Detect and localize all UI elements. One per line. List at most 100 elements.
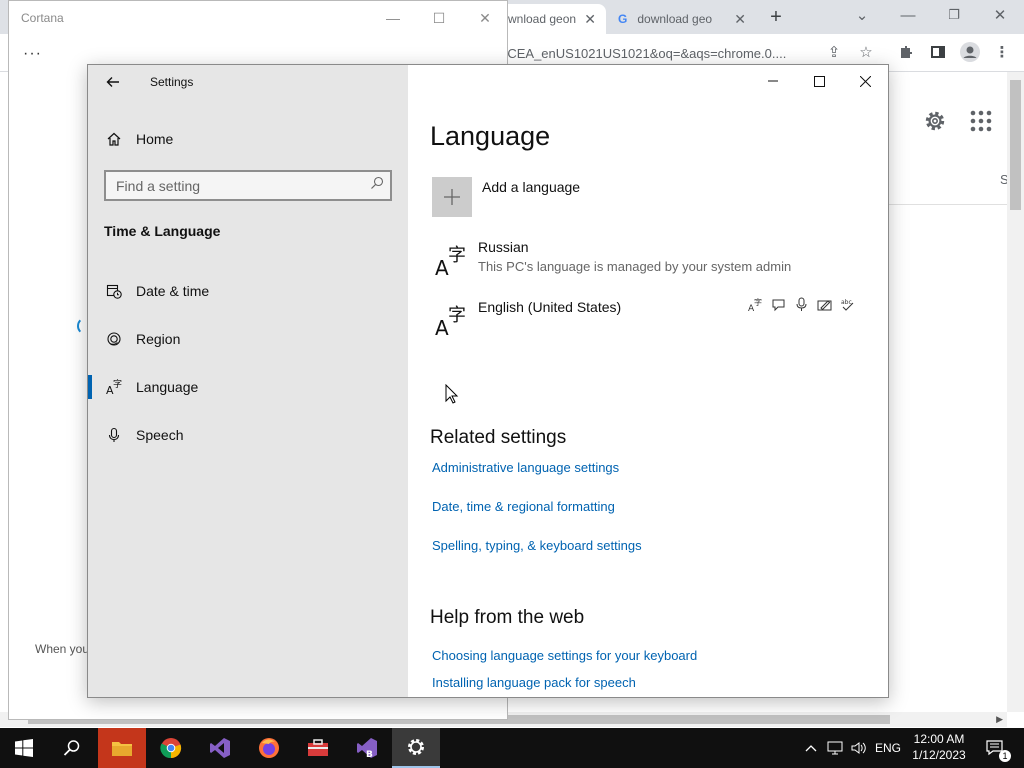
maximize-icon[interactable]: ☐ xyxy=(416,5,462,31)
clock-date: 1/12/2023 xyxy=(912,748,966,762)
toolbox-app-button[interactable] xyxy=(294,728,342,768)
svg-text:abc: abc xyxy=(841,299,852,306)
vertical-scrollbar[interactable] xyxy=(1007,72,1024,712)
search-icon[interactable] xyxy=(370,176,384,195)
settings-gear-icon[interactable] xyxy=(922,108,948,134)
chrome-tab-1[interactable]: wnload geon ✕ xyxy=(498,4,606,34)
mouse-cursor-icon xyxy=(445,384,459,404)
nav-speech[interactable]: Speech xyxy=(88,415,408,455)
scroll-right-arrow-icon[interactable]: ▶ xyxy=(996,714,1003,725)
volume-icon[interactable] xyxy=(848,728,870,768)
add-language-button[interactable] xyxy=(432,177,472,217)
visual-studio-button[interactable] xyxy=(196,728,244,768)
firefox-button[interactable] xyxy=(245,728,293,768)
language-subtitle: This PC's language is managed by your sy… xyxy=(478,259,792,274)
scrollbar-thumb[interactable] xyxy=(1010,80,1021,210)
speech-recognition-icon xyxy=(794,297,809,312)
globe-icon xyxy=(104,329,124,349)
link-admin-language-settings[interactable]: Administrative language settings xyxy=(432,460,619,475)
spellcheck-icon: abc xyxy=(840,297,855,312)
minimize-icon[interactable]: — xyxy=(370,5,416,31)
link-speech-language-pack[interactable]: Installing language pack for speech xyxy=(432,675,636,690)
close-icon[interactable] xyxy=(842,65,888,97)
handwriting-icon xyxy=(817,297,832,312)
visual-studio-blend-button[interactable]: B xyxy=(343,728,391,768)
add-language-label[interactable]: Add a language xyxy=(482,179,580,195)
restore-icon[interactable]: ❐ xyxy=(942,3,966,27)
clock[interactable]: 12:00 AM 1/12/2023 xyxy=(904,731,974,767)
bookmark-star-icon[interactable]: ☆ xyxy=(854,40,878,64)
section-title: Time & Language xyxy=(104,223,221,239)
show-hidden-icons[interactable] xyxy=(800,728,822,768)
chrome-tab-2[interactable]: G download geo ✕ xyxy=(608,4,756,34)
minimize-icon[interactable] xyxy=(750,65,796,97)
nav-date-time-label: Date & time xyxy=(136,283,210,299)
side-panel-icon[interactable] xyxy=(926,40,950,64)
nav-home-label: Home xyxy=(136,131,174,147)
chrome-tab-1-title: wnload geon xyxy=(508,12,577,26)
action-center-button[interactable]: 1 xyxy=(980,728,1011,768)
settings-taskbar-button[interactable] xyxy=(392,728,440,768)
clock-time: 12:00 AM xyxy=(913,732,965,746)
help-heading: Help from the web xyxy=(430,607,585,628)
link-keyboard-language-help[interactable]: Choosing language settings for your keyb… xyxy=(432,648,697,663)
share-icon[interactable]: ⇪ xyxy=(822,40,846,64)
taskbar: B ENG 12:00 AM 1/12/2023 1 xyxy=(0,728,1024,768)
svg-text:A: A xyxy=(435,316,449,337)
search-field[interactable] xyxy=(104,170,392,201)
close-icon[interactable]: ✕ xyxy=(462,5,508,31)
network-icon[interactable] xyxy=(824,728,846,768)
apps-grid-icon[interactable] xyxy=(970,110,992,132)
maximize-icon[interactable] xyxy=(796,65,842,97)
visual-studio-icon xyxy=(210,738,230,758)
nav-home[interactable]: Home xyxy=(88,123,408,155)
svg-text:字: 字 xyxy=(754,297,762,307)
chrome-button[interactable] xyxy=(147,728,195,768)
notification-badge: 1 xyxy=(999,750,1011,762)
nav-region[interactable]: Region xyxy=(88,319,408,359)
window-title: Settings xyxy=(150,75,194,89)
profile-avatar-icon[interactable] xyxy=(958,40,982,64)
gear-icon xyxy=(408,739,424,755)
home-icon xyxy=(104,129,124,149)
tab-search-icon[interactable]: ⌄ xyxy=(850,3,874,27)
language-icon: A字 xyxy=(104,377,124,397)
chrome-menu-icon[interactable]: ⋮ xyxy=(990,40,1014,64)
input-language-indicator[interactable]: ENG xyxy=(872,728,904,768)
settings-sidebar: Settings Home Time & Language Date & tim… xyxy=(88,65,408,697)
file-explorer-button[interactable] xyxy=(98,728,146,768)
language-name: English (United States) xyxy=(478,299,622,315)
link-regional-formatting[interactable]: Date, time & regional formatting xyxy=(432,499,615,514)
google-g-icon: G xyxy=(618,12,628,26)
language-item-english[interactable]: A字 English (United States) A字 abc xyxy=(430,297,870,349)
nav-date-time[interactable]: Date & time xyxy=(88,271,408,311)
search-button[interactable] xyxy=(48,728,96,768)
close-tab-icon[interactable]: ✕ xyxy=(734,11,746,28)
extensions-icon[interactable] xyxy=(894,40,918,64)
display-language-icon: A字 xyxy=(748,297,763,312)
search-input[interactable] xyxy=(116,177,370,194)
language-name: Russian xyxy=(478,239,529,255)
language-features: A字 abc xyxy=(748,297,855,312)
start-button[interactable] xyxy=(0,728,48,768)
settings-window: Settings Home Time & Language Date & tim… xyxy=(87,64,889,698)
windows-logo-icon xyxy=(15,739,33,757)
back-arrow-icon[interactable] xyxy=(102,71,124,93)
chevron-up-icon xyxy=(805,745,817,752)
nav-speech-label: Speech xyxy=(136,427,184,443)
more-options-icon[interactable]: ··· xyxy=(23,45,42,63)
link-keyboard-settings[interactable]: Spelling, typing, & keyboard settings xyxy=(432,538,642,553)
nav-language-label: Language xyxy=(136,379,199,395)
visual-studio-blend-icon: B xyxy=(357,738,377,759)
related-settings-heading: Related settings xyxy=(430,427,567,448)
search-icon xyxy=(63,740,80,756)
close-tab-icon[interactable]: ✕ xyxy=(584,11,596,28)
language-item-russian[interactable]: A字 Russian This PC's language is managed… xyxy=(430,237,870,289)
minimize-icon[interactable]: — xyxy=(896,3,920,27)
new-tab-button[interactable]: + xyxy=(764,5,788,29)
language-icon: A字 xyxy=(434,241,470,280)
nav-language[interactable]: A字 Language xyxy=(88,367,408,407)
folder-icon xyxy=(112,742,132,756)
close-icon[interactable]: ✕ xyxy=(988,3,1012,27)
address-bar[interactable]: 1GCEA_enUS1021US1021&oq=&aqs=chrome.0...… xyxy=(490,40,820,66)
